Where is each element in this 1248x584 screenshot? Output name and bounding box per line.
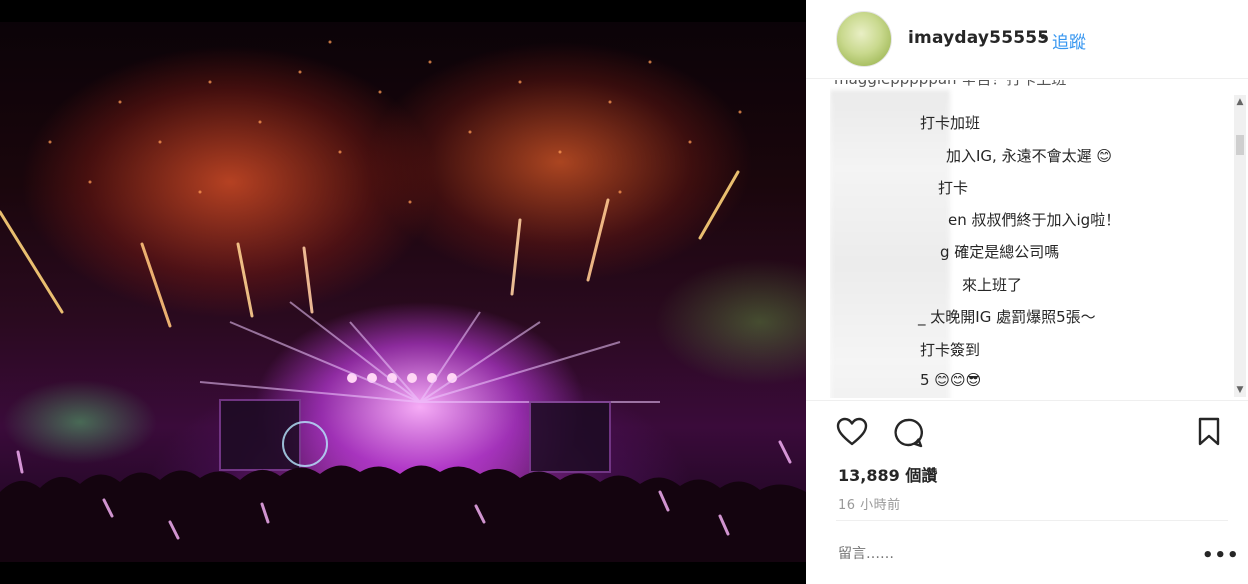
scroll-up-arrow-icon[interactable]: ▲ [1234,95,1246,109]
more-options-button[interactable]: ••• [1202,545,1240,566]
post-side-panel: imayday55555 • 追蹤 maggiepppppan 辛苦！打卡上班 … [806,0,1248,584]
comment-item: 5 😊😊😎 [920,371,981,389]
comment-text: 打卡簽到 [920,341,981,359]
comment-item: 來上班了 [962,274,1022,295]
post-time[interactable]: 16 小時前 [838,494,901,513]
comment-item: 打卡簽到 [920,339,980,360]
post-actions [806,400,1248,461]
scroll-down-arrow-icon[interactable]: ▼ [1234,383,1246,397]
post-photo-frame [0,0,806,584]
comment-item: en 叔叔們終于加入ig啦！ [948,209,1120,230]
heart-icon[interactable] [836,417,868,451]
comment-item: _ 太晚開IG 處罰爆照5張～ [918,306,1096,327]
comment-text: 打卡 [938,179,969,197]
comment-text: g 確定是總公司嗎 [940,243,1060,261]
comment-text: 打卡加班 [920,114,981,132]
comment-text: 加入IG, 永遠不會太遲 😊 [946,147,1112,165]
like-count[interactable]: 13,889 個讚 [838,462,937,486]
scroll-thumb[interactable] [1236,135,1244,155]
concert-scene [0,40,806,562]
post-photo[interactable] [0,22,806,562]
comment-scrollbar[interactable]: ▲ ▼ [1234,95,1246,397]
comment-list: maggiepppppan 辛苦！打卡上班 打卡加班 加入IG, 永遠不會太遲 … [830,80,1240,398]
comment-input[interactable] [838,546,1168,562]
comment-text: _ 太晚開IG 處罰爆照5張～ [918,308,1096,326]
comment-text: 5 😊😊😎 [920,371,982,389]
comment-item: g 確定是總公司嗎 [940,241,1059,262]
post-header: imayday55555 • 追蹤 [806,0,1248,79]
comment-icon[interactable] [892,417,924,453]
comment-item: 加入IG, 永遠不會太遲 😊 [946,145,1112,166]
bookmark-icon[interactable] [1196,417,1222,451]
comment-text: 來上班了 [962,276,1023,294]
username-link[interactable]: imayday55555 [908,28,1049,48]
divider [836,520,1228,521]
comment-item: 打卡 [938,177,968,198]
instagram-post-viewer: imayday55555 • 追蹤 maggiepppppan 辛苦！打卡上班 … [0,0,1248,584]
separator-dot: • [1038,28,1049,48]
follow-button[interactable]: 追蹤 [1052,28,1086,53]
comment-partial-top: maggiepppppan 辛苦！打卡上班 [834,80,1066,89]
comment-text: en 叔叔們終于加入ig啦！ [948,211,1121,229]
comment-item: 打卡加班 [920,112,980,133]
avatar[interactable] [836,11,892,67]
